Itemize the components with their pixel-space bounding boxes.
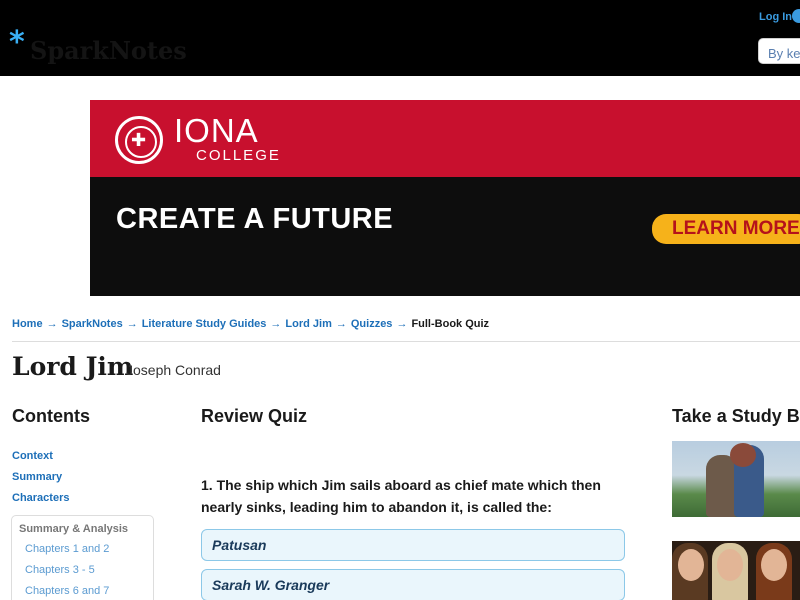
quiz-answer-option[interactable]: Patusan [201, 529, 625, 561]
advertisement-banner[interactable]: IONA COLLEGE CREATE A FUTURE LEARN MORE [90, 100, 800, 296]
photo-figure-face [761, 549, 787, 581]
breadcrumb-separator: → [46, 318, 58, 330]
book-title: Lord Jim [12, 352, 134, 381]
photo-figure-face [678, 549, 704, 581]
login-link[interactable]: Log In [759, 11, 792, 23]
toc-link-characters[interactable]: Characters [12, 492, 69, 504]
ad-headline: CREATE A FUTURE [116, 203, 394, 235]
toc-chapter-link[interactable]: Chapters 1 and 2 [25, 543, 109, 555]
breadcrumb-sparknotes[interactable]: SparkNotes [62, 318, 123, 330]
toc-link-summary[interactable]: Summary [12, 471, 62, 483]
study-break-image-couple[interactable] [672, 441, 800, 517]
study-break-image-characters[interactable] [672, 541, 800, 600]
breadcrumb-quizzes[interactable]: Quizzes [351, 318, 393, 330]
ad-brand: IONA [174, 112, 259, 149]
contents-heading: Contents [12, 406, 90, 426]
breadcrumb-current: Full-Book Quiz [411, 318, 490, 330]
breadcrumb-home[interactable]: Home [12, 318, 43, 330]
breadcrumb-literature-guides[interactable]: Literature Study Guides [142, 318, 267, 330]
college-seal-icon [115, 116, 163, 164]
breadcrumb-separator: → [335, 318, 347, 330]
photo-figure-face [717, 549, 743, 581]
study-break-heading: Take a Study Break [672, 406, 800, 426]
ad-brand-sub: COLLEGE [196, 147, 281, 164]
breadcrumb-separator: → [396, 318, 408, 330]
toc-chapter-link[interactable]: Chapters 3 - 5 [25, 564, 95, 576]
toc-section-title[interactable]: Summary & Analysis [19, 523, 128, 535]
breadcrumb-lord-jim[interactable]: Lord Jim [285, 318, 331, 330]
toc-link-context[interactable]: Context [12, 450, 53, 462]
breadcrumb: Home → SparkNotes → Literature Study Guides →… [12, 318, 489, 330]
search-input[interactable] [758, 38, 800, 64]
ad-top-panel: IONA COLLEGE [90, 100, 800, 177]
site-header: * SparkNotes Log In [0, 0, 800, 76]
sparknotes-star-icon[interactable]: * [9, 28, 25, 58]
site-logo[interactable]: SparkNotes [30, 38, 188, 64]
breadcrumb-separator: → [126, 318, 138, 330]
photo-figure-head [730, 443, 756, 467]
quiz-heading: Review Quiz [201, 406, 308, 426]
quiz-question: 1. The ship which Jim sails aboard as ch… [201, 477, 601, 515]
breadcrumb-divider [12, 341, 800, 342]
ad-learn-more-button[interactable]: LEARN MORE [652, 214, 800, 244]
book-author: Joseph Conrad [126, 362, 221, 378]
quiz-answer-option[interactable]: Sarah W. Granger [201, 569, 625, 600]
toc-chapter-link[interactable]: Chapters 6 and 7 [25, 585, 109, 597]
breadcrumb-separator: → [270, 318, 282, 330]
account-icon[interactable] [792, 9, 800, 23]
